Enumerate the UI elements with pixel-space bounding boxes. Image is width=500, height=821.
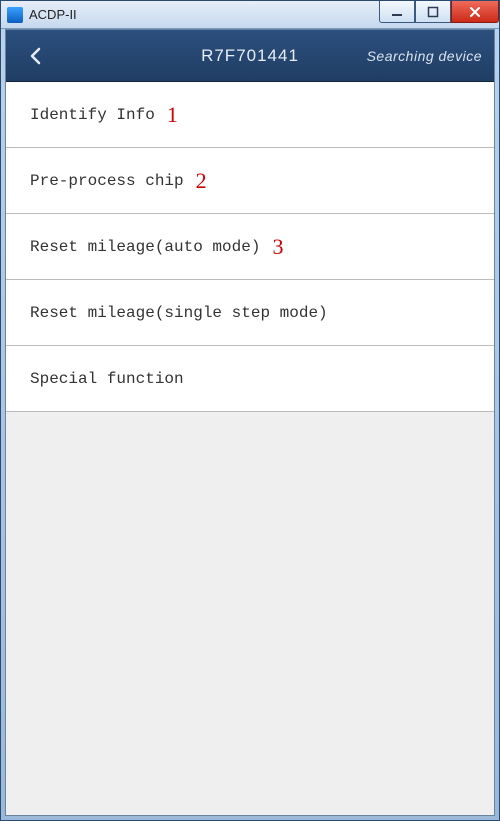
app-icon: [7, 7, 23, 23]
menu-item-label: Reset mileage(single step mode): [30, 304, 328, 322]
menu-item-label: Pre-process chip: [30, 172, 184, 190]
annotation-badge: 1: [167, 102, 178, 128]
menu-item-identify-info[interactable]: Identify Info 1: [6, 82, 494, 148]
menu-item-label: Special function: [30, 370, 184, 388]
empty-area: [6, 412, 494, 815]
minimize-icon: [391, 6, 403, 18]
menu-list: Identify Info 1 Pre-process chip 2 Reset…: [6, 82, 494, 412]
close-icon: [468, 6, 482, 18]
app-header: R7F701441 Searching device: [6, 30, 494, 82]
menu-item-reset-mileage-auto[interactable]: Reset mileage(auto mode) 3: [6, 214, 494, 280]
menu-item-reset-mileage-single[interactable]: Reset mileage(single step mode): [6, 280, 494, 346]
app-frame: R7F701441 Searching device Identify Info…: [5, 29, 495, 816]
close-button[interactable]: [451, 1, 499, 23]
window-title: ACDP-II: [29, 7, 77, 22]
menu-item-label: Identify Info: [30, 106, 155, 124]
menu-item-preprocess-chip[interactable]: Pre-process chip 2: [6, 148, 494, 214]
maximize-button[interactable]: [415, 1, 451, 23]
annotation-badge: 3: [272, 234, 283, 260]
minimize-button[interactable]: [379, 1, 415, 23]
menu-item-label: Reset mileage(auto mode): [30, 238, 260, 256]
device-status: Searching device: [367, 48, 482, 64]
os-window: ACDP-II R7F701441 Searching device Ident…: [0, 0, 500, 821]
maximize-icon: [427, 6, 439, 18]
window-controls: [379, 1, 499, 23]
menu-item-special-function[interactable]: Special function: [6, 346, 494, 412]
chevron-left-icon: [27, 47, 45, 65]
back-button[interactable]: [18, 38, 54, 74]
annotation-badge: 2: [196, 168, 207, 194]
